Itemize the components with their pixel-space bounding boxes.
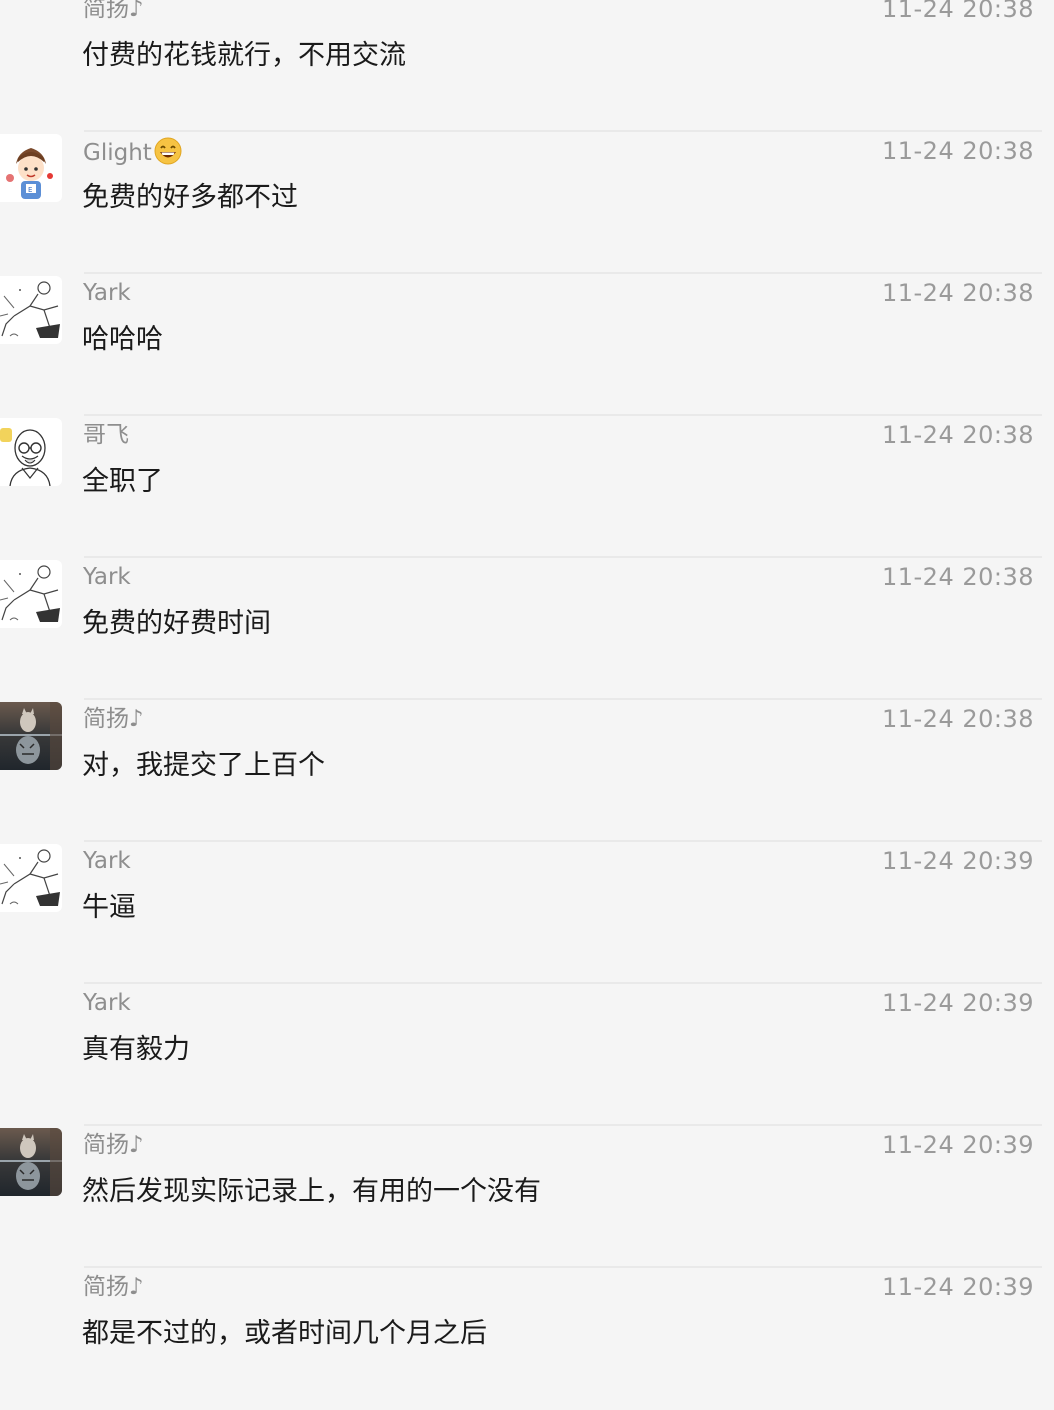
message-time: 11-24 20:39	[881, 989, 1034, 1017]
chat-message[interactable]: 哥飞 11-24 20:38 全职了	[0, 416, 1054, 558]
avatar[interactable]	[0, 702, 62, 770]
sender-name[interactable]: Glight	[83, 136, 183, 174]
sender-name[interactable]: Yark	[83, 988, 131, 1018]
sender-name[interactable]: Yark	[83, 278, 131, 308]
sketch-avatar-icon	[0, 560, 62, 628]
message-text[interactable]: 牛逼	[82, 890, 136, 926]
message-time: 11-24 20:38	[881, 0, 1034, 23]
message-text[interactable]: 真有毅力	[82, 1032, 190, 1068]
avatar[interactable]	[0, 418, 62, 486]
avatar[interactable]	[0, 844, 62, 912]
message-time: 11-24 20:39	[881, 1131, 1034, 1159]
sketch-avatar-icon	[0, 844, 62, 912]
message-text[interactable]: 都是不过的，或者时间几个月之后	[82, 1316, 487, 1352]
chat-message[interactable]: 简扬♪ 11-24 20:39 然后发现实际记录上，有用的一个没有	[0, 1126, 1054, 1268]
sketch-avatar-icon	[0, 276, 62, 344]
message-text[interactable]: 然后发现实际记录上，有用的一个没有	[82, 1174, 541, 1210]
cartoon-boy-avatar-icon: E	[0, 134, 62, 202]
sender-name-label: Glight	[83, 140, 152, 166]
chat-message[interactable]: 简扬♪ 11-24 20:38 对，我提交了上百个	[0, 700, 1054, 842]
sender-name[interactable]: 简扬♪	[83, 1272, 144, 1302]
message-time: 11-24 20:39	[881, 847, 1034, 875]
sender-name[interactable]: 简扬♪	[83, 0, 144, 24]
sender-name[interactable]: 哥飞	[83, 420, 129, 450]
avatar[interactable]	[0, 1128, 62, 1196]
chat-message[interactable]: Yark 11-24 20:38 哈哈哈	[0, 274, 1054, 416]
message-text[interactable]: 免费的好多都不过	[82, 180, 298, 216]
sender-name[interactable]: 简扬♪	[83, 1130, 144, 1160]
chat-message[interactable]: Yark 11-24 20:39 牛逼	[0, 842, 1054, 984]
avatar[interactable]: E	[0, 134, 62, 202]
cat-tiger-reflection-avatar-icon	[0, 702, 62, 770]
message-text[interactable]: 付费的花钱就行，不用交流	[82, 38, 406, 74]
message-text[interactable]: 哈哈哈	[82, 322, 163, 358]
svg-text:E: E	[28, 186, 32, 194]
sender-name[interactable]: 简扬♪	[83, 704, 144, 734]
sender-name[interactable]: Yark	[83, 846, 131, 876]
chat-message[interactable]: 简扬♪ 11-24 20:38 付费的花钱就行，不用交流	[0, 0, 1054, 132]
message-time: 11-24 20:38	[881, 705, 1034, 733]
chat-message[interactable]: E Glight 11-24 20:38 免费的好多都不过	[0, 132, 1054, 274]
message-text[interactable]: 全职了	[82, 464, 163, 500]
chat-message[interactable]: Yark 11-24 20:39 真有毅力	[0, 984, 1054, 1126]
avatar[interactable]	[0, 276, 62, 344]
message-time: 11-24 20:38	[881, 563, 1034, 591]
cat-tiger-reflection-avatar-icon	[0, 1128, 62, 1196]
message-text[interactable]: 免费的好费时间	[82, 606, 271, 642]
chat-message[interactable]: 简扬♪ 11-24 20:39 都是不过的，或者时间几个月之后	[0, 1268, 1054, 1410]
chat-message-list[interactable]: 简扬♪ 11-24 20:38 付费的花钱就行，不用交流 E Glight 11…	[0, 0, 1054, 1388]
chat-message[interactable]: Yark 11-24 20:38 免费的好费时间	[0, 558, 1054, 700]
message-text[interactable]: 对，我提交了上百个	[82, 748, 325, 784]
bald-glasses-avatar-icon	[0, 418, 62, 486]
grinning-emoji-icon	[153, 136, 183, 174]
message-time: 11-24 20:39	[881, 1273, 1034, 1301]
message-time: 11-24 20:38	[881, 279, 1034, 307]
message-time: 11-24 20:38	[881, 137, 1034, 165]
avatar[interactable]	[0, 560, 62, 628]
message-time: 11-24 20:38	[881, 421, 1034, 449]
sender-name[interactable]: Yark	[83, 562, 131, 592]
